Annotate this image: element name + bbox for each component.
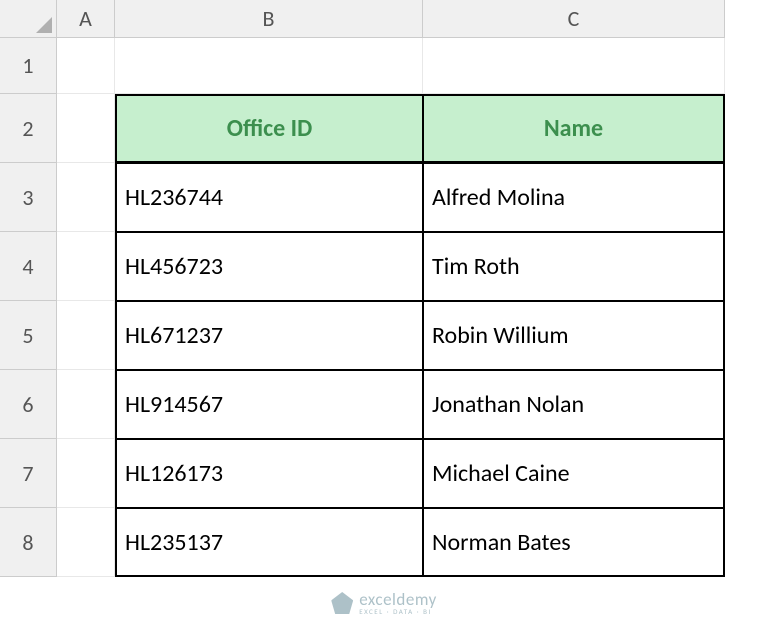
table-row[interactable]: HL126173 — [115, 439, 423, 508]
watermark: exceldemy EXCEL · DATA · BI — [331, 591, 437, 615]
table-row[interactable]: Michael Caine — [423, 439, 725, 508]
row-header-4[interactable]: 4 — [0, 232, 57, 301]
col-header-c[interactable]: C — [423, 0, 725, 38]
table-row[interactable]: HL456723 — [115, 232, 423, 301]
table-row[interactable]: HL236744 — [115, 163, 423, 232]
table-row[interactable]: HL235137 — [115, 508, 423, 577]
row-header-6[interactable]: 6 — [0, 370, 57, 439]
table-row[interactable]: Jonathan Nolan — [423, 370, 725, 439]
cell-c1[interactable] — [423, 38, 725, 94]
watermark-sub: EXCEL · DATA · BI — [359, 608, 437, 615]
row-header-8[interactable]: 8 — [0, 508, 57, 577]
table-row[interactable]: Robin Willium — [423, 301, 725, 370]
watermark-text: exceldemy EXCEL · DATA · BI — [359, 591, 437, 615]
watermark-main: exceldemy — [359, 591, 437, 608]
cell-a8[interactable] — [57, 508, 115, 577]
table-header-name[interactable]: Name — [423, 94, 725, 163]
table-row[interactable]: HL671237 — [115, 301, 423, 370]
spreadsheet-grid: A B C 1 2 Office ID Name 3 HL236744 Alfr… — [0, 0, 768, 577]
cell-a5[interactable] — [57, 301, 115, 370]
table-row[interactable]: Alfred Molina — [423, 163, 725, 232]
col-header-b[interactable]: B — [115, 0, 423, 38]
row-header-2[interactable]: 2 — [0, 94, 57, 163]
table-row[interactable]: HL914567 — [115, 370, 423, 439]
cell-a2[interactable] — [57, 94, 115, 163]
table-header-office-id[interactable]: Office ID — [115, 94, 423, 163]
row-header-5[interactable]: 5 — [0, 301, 57, 370]
cell-a3[interactable] — [57, 163, 115, 232]
cell-a7[interactable] — [57, 439, 115, 508]
row-header-1[interactable]: 1 — [0, 38, 57, 94]
table-row[interactable]: Norman Bates — [423, 508, 725, 577]
row-header-7[interactable]: 7 — [0, 439, 57, 508]
col-header-a[interactable]: A — [57, 0, 115, 38]
row-header-3[interactable]: 3 — [0, 163, 57, 232]
cell-b1[interactable] — [115, 38, 423, 94]
table-row[interactable]: Tim Roth — [423, 232, 725, 301]
cell-a1[interactable] — [57, 38, 115, 94]
select-all-corner[interactable] — [0, 0, 57, 38]
cell-a4[interactable] — [57, 232, 115, 301]
exceldemy-logo-icon — [331, 592, 353, 614]
cell-a6[interactable] — [57, 370, 115, 439]
